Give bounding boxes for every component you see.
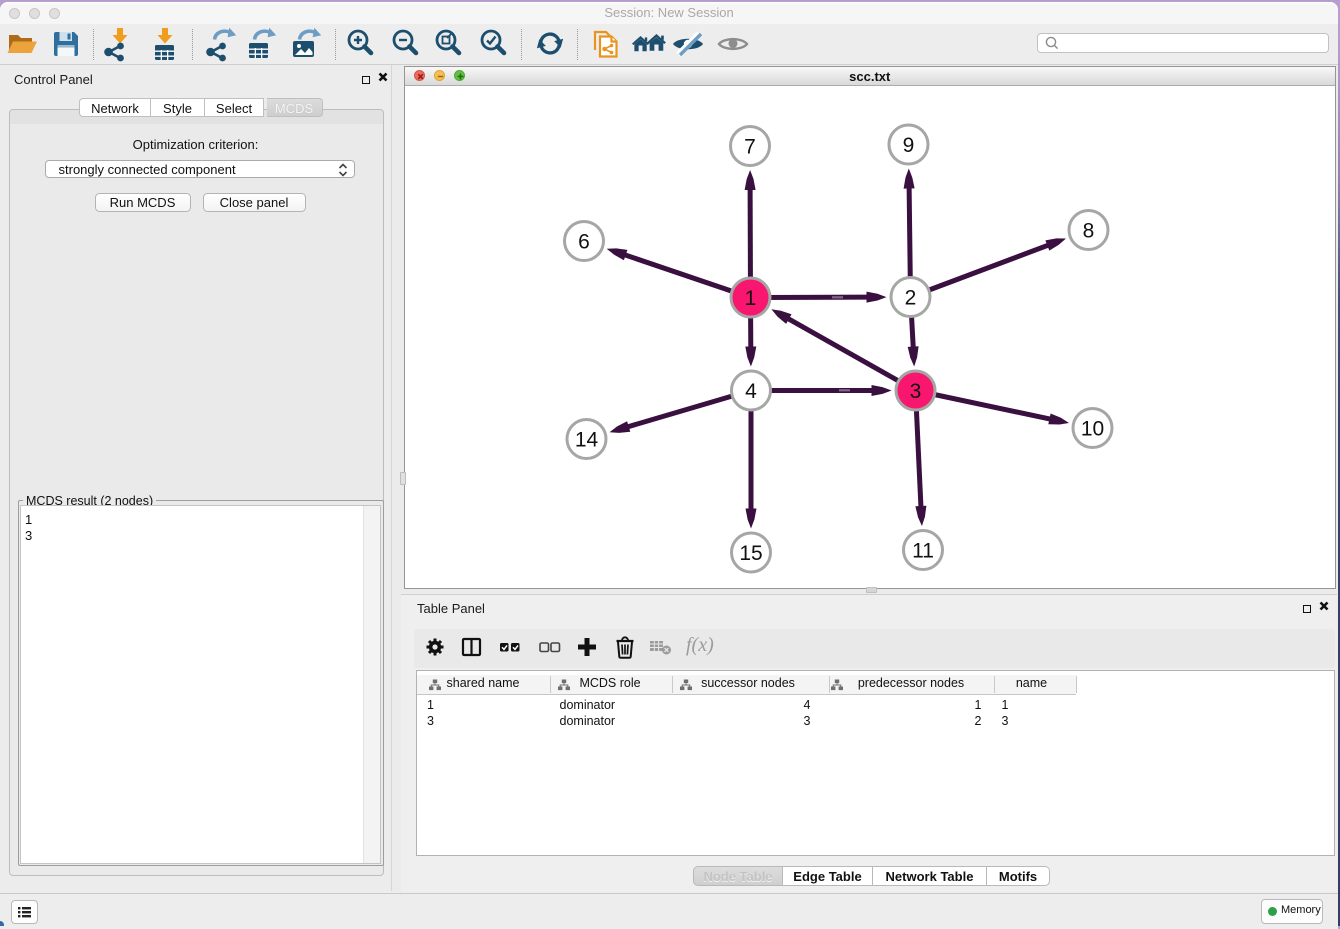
svg-text:3: 3: [909, 380, 921, 403]
svg-text:2: 2: [904, 286, 916, 309]
svg-text:10: 10: [1080, 417, 1103, 440]
svg-text:4: 4: [745, 380, 757, 403]
svg-text:15: 15: [739, 542, 762, 565]
svg-text:1: 1: [744, 287, 756, 310]
svg-text:8: 8: [1082, 219, 1094, 242]
svg-text:11: 11: [912, 539, 934, 562]
svg-text:7: 7: [744, 135, 756, 158]
svg-text:6: 6: [578, 230, 590, 253]
svg-text:14: 14: [574, 428, 598, 451]
svg-text:9: 9: [902, 134, 914, 157]
